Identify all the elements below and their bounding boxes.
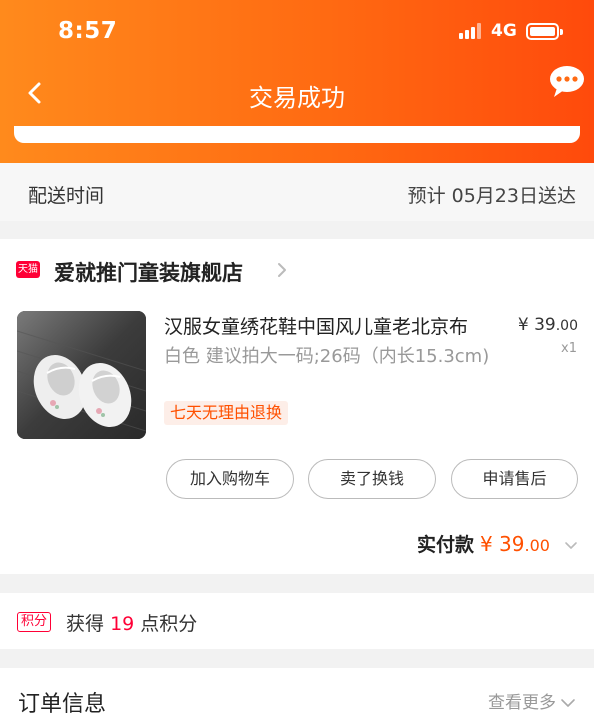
status-time: 8:57: [58, 18, 118, 44]
view-more-link[interactable]: 查看更多: [488, 688, 576, 713]
price-decimal: .00: [555, 318, 578, 334]
status-bar: 8:57 4G: [0, 0, 594, 60]
order-info-section: 订单信息 查看更多: [0, 668, 594, 728]
chevron-down-icon: [565, 541, 577, 549]
product-title[interactable]: 汉服女童绣花鞋中国风儿童老北京布: [164, 312, 468, 339]
delivery-row: 配送时间 预计 05月23日送达: [0, 163, 594, 221]
delivery-value: 预计 05月23日送达: [407, 185, 576, 207]
points-row: 积分 获得 19 点积分: [0, 593, 594, 649]
points-badge: 积分: [17, 612, 52, 632]
product-sku: 白色 建议拍大一码;26码（内长15.3cm): [164, 346, 490, 367]
shop-card: 天猫 爱就推门童装旗舰店 汉服女童绣花鞋中国风儿童老北京布 ¥ 39.00 x1…: [0, 239, 594, 574]
shop-name[interactable]: 爱就推门童装旗舰店: [54, 257, 243, 287]
view-more-label: 查看更多: [488, 693, 556, 713]
tmall-badge: 天猫: [16, 261, 40, 278]
points-prefix: 获得: [66, 613, 105, 635]
payment-label: 实付款: [416, 534, 474, 556]
chevron-down-icon: [561, 698, 575, 707]
delivery-label: 配送时间: [28, 185, 105, 207]
card-edge: [14, 126, 580, 143]
page-title: 交易成功: [249, 84, 345, 112]
points-suffix: 点积分: [140, 613, 198, 635]
payment-decimal: .00: [524, 536, 550, 555]
chevron-right-icon: [278, 263, 286, 277]
payment-value: ¥ 39.00: [480, 532, 550, 556]
order-info-title: 订单信息: [18, 692, 107, 717]
product-price: ¥ 39.00: [518, 315, 578, 335]
price-integer: 39: [534, 315, 556, 335]
payment-integer: 39: [499, 532, 525, 556]
chat-bubble-icon: [550, 66, 584, 97]
product-image[interactable]: [17, 311, 146, 439]
payment-symbol: ¥: [479, 532, 493, 556]
return-policy-tag: 七天无理由退换: [164, 401, 289, 425]
points-value: 19: [110, 613, 135, 635]
points-text: 获得 19 点积分: [66, 609, 197, 636]
after-sales-button[interactable]: 申请售后: [451, 459, 578, 499]
product-quantity: x1: [561, 341, 577, 356]
payment-total[interactable]: 实付款 ¥ 39.00: [417, 530, 578, 557]
message-button[interactable]: [547, 64, 587, 100]
header: 8:57 4G 交易成功: [0, 0, 594, 163]
shoes-image: [17, 311, 146, 439]
price-symbol: ¥: [517, 315, 529, 335]
signal-icon: [459, 23, 483, 39]
battery-icon: [526, 23, 563, 40]
resell-button[interactable]: 卖了换钱: [308, 459, 436, 499]
network-type: 4G: [491, 21, 517, 41]
add-to-cart-button[interactable]: 加入购物车: [166, 459, 294, 499]
